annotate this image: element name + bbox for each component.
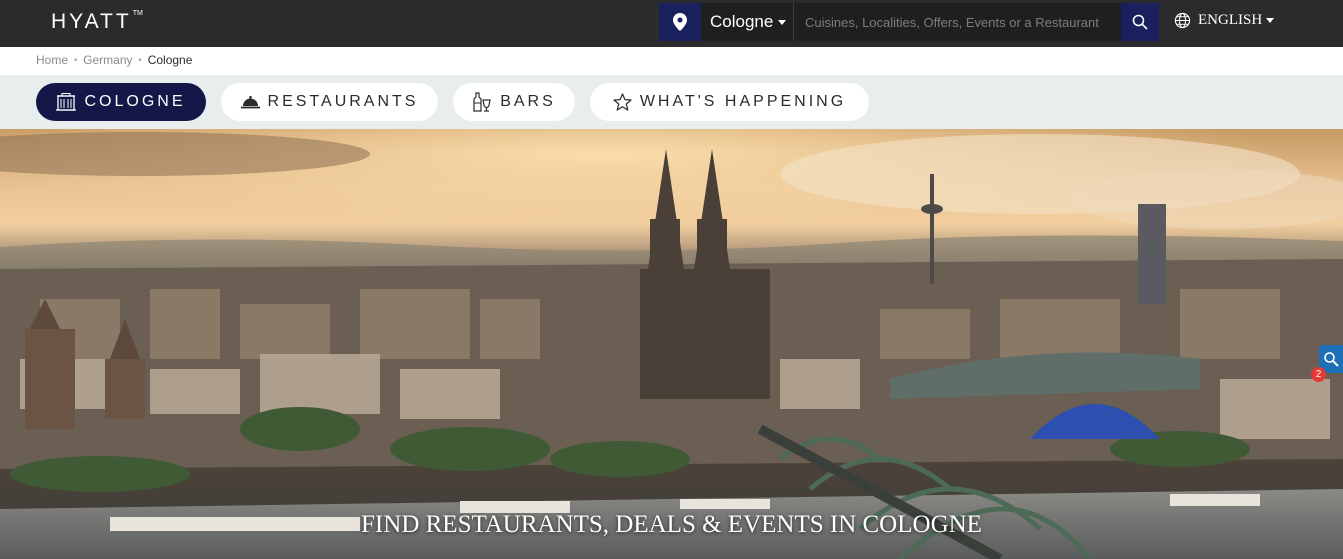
city-dropdown-label: Cologne xyxy=(710,12,774,31)
breadcrumb-germany[interactable]: Germany xyxy=(83,53,132,67)
tab-cologne[interactable]: COLOGNE xyxy=(36,83,206,121)
breadcrumb: Home • Germany • Cologne xyxy=(36,53,192,67)
top-nav-bar: HYATTTM Cologne ENGLISH xyxy=(0,0,1343,47)
search-icon xyxy=(1132,14,1148,30)
map-pin-icon[interactable] xyxy=(659,3,701,41)
breadcrumb-home[interactable]: Home xyxy=(36,53,68,67)
bottle-glass-icon xyxy=(473,92,491,112)
star-icon xyxy=(613,93,632,111)
search-button[interactable] xyxy=(1121,3,1159,41)
tab-label: WHAT'S HAPPENING xyxy=(639,93,847,110)
search-input[interactable] xyxy=(794,3,1121,41)
hyatt-logo[interactable]: HYATTTM xyxy=(51,10,143,34)
category-tabs: COLOGNE RESTAURANTS BARS WHAT'S HAPPENIN… xyxy=(0,75,1343,129)
tab-bars[interactable]: BARS xyxy=(453,83,575,121)
logo-text: HYATT xyxy=(51,10,132,33)
breadcrumb-separator: • xyxy=(138,55,142,65)
tab-label: COLOGNE xyxy=(84,93,186,110)
tab-restaurants[interactable]: RESTAURANTS xyxy=(221,83,438,121)
tab-label: RESTAURANTS xyxy=(267,93,419,110)
language-selector[interactable]: ENGLISH xyxy=(1174,12,1275,29)
notification-badge: 2 xyxy=(1311,367,1326,382)
tab-whats-happening[interactable]: WHAT'S HAPPENING xyxy=(590,83,869,121)
globe-icon xyxy=(1174,12,1191,29)
breadcrumb-separator: • xyxy=(74,55,78,65)
cloche-icon xyxy=(240,96,260,109)
breadcrumb-current: Cologne xyxy=(147,53,193,67)
caret-down-icon xyxy=(1266,18,1275,23)
caret-down-icon xyxy=(778,19,787,25)
hero-title: FIND RESTAURANTS, DEALS & EVENTS IN COLO… xyxy=(361,511,982,538)
hero-cityscape-image xyxy=(0,129,1343,559)
tab-label: BARS xyxy=(500,93,556,110)
building-icon xyxy=(56,93,77,111)
hero-banner: FIND RESTAURANTS, DEALS & EVENTS IN COLO… xyxy=(0,129,1343,559)
language-label: ENGLISH xyxy=(1198,12,1263,28)
city-dropdown[interactable]: Cologne xyxy=(701,3,793,41)
search-field-wrapper xyxy=(793,3,1121,41)
logo-trademark: TM xyxy=(132,10,143,17)
